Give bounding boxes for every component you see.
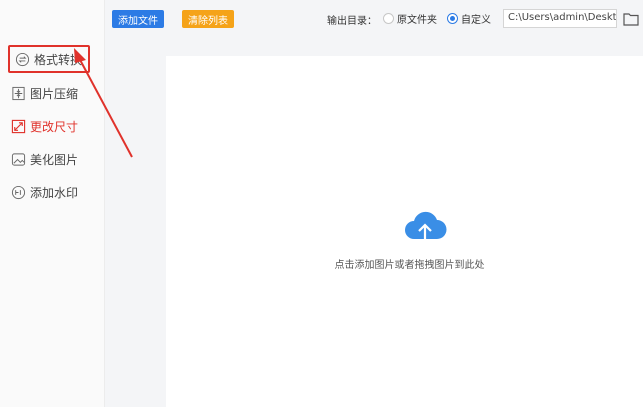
sidebar-item-label: 图片压缩 — [30, 86, 79, 101]
sidebar-item-label: 格式转换 — [34, 52, 83, 67]
add-files-button[interactable]: 添加文件 — [112, 10, 164, 28]
app-window: 格式转换 图片压缩 更改尺寸 美化图片 添加水印 添加文件 清除列表 输出目录：… — [0, 0, 643, 407]
sidebar-item-resize[interactable]: 更改尺寸 — [10, 113, 95, 139]
clear-list-button[interactable]: 清除列表 — [182, 10, 234, 28]
sidebar-item-watermark[interactable]: 添加水印 — [10, 179, 95, 205]
drop-area[interactable]: 点击添加图片或者拖拽图片到此处 — [166, 56, 643, 407]
folder-icon[interactable] — [623, 11, 639, 26]
radio-custom-control[interactable] — [447, 13, 458, 24]
compress-icon — [10, 85, 26, 101]
radio-source-folder-label: 原文件夹 — [397, 15, 437, 26]
cloud-upload-icon[interactable] — [402, 211, 448, 247]
sidebar-item-format-convert[interactable]: 格式转换 — [8, 45, 90, 73]
drop-hint: 点击添加图片或者拖拽图片到此处 — [334, 260, 485, 271]
sidebar-item-beautify[interactable]: 美化图片 — [10, 146, 95, 172]
resize-icon — [10, 118, 26, 134]
sidebar-item-label: 美化图片 — [30, 152, 79, 167]
output-path-field[interactable]: C:\Users\admin\Deskto — [503, 9, 617, 28]
beautify-icon — [10, 151, 26, 167]
sidebar-item-label: 更改尺寸 — [30, 119, 79, 134]
toolbar: 添加文件 清除列表 输出目录： 原文件夹 自定义 C:\Users\admin\… — [105, 0, 643, 38]
radio-custom-label: 自定义 — [461, 15, 491, 26]
sidebar-item-compress[interactable]: 图片压缩 — [10, 80, 95, 106]
radio-source-folder-control[interactable] — [383, 13, 394, 24]
radio-custom[interactable]: 自定义 — [447, 11, 491, 26]
format-convert-icon — [14, 51, 30, 67]
sidebar: 格式转换 图片压缩 更改尺寸 美化图片 添加水印 — [0, 0, 105, 407]
sidebar-item-label: 添加水印 — [30, 185, 79, 200]
output-dir-label: 输出目录： — [327, 16, 377, 27]
watermark-icon — [10, 184, 26, 200]
radio-source-folder[interactable]: 原文件夹 — [383, 11, 437, 26]
